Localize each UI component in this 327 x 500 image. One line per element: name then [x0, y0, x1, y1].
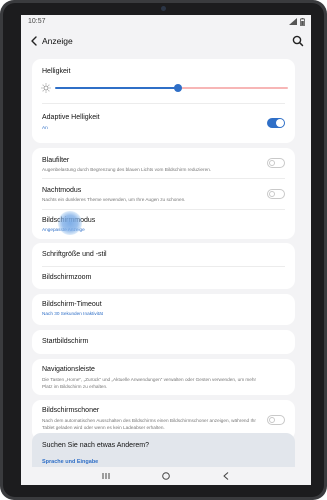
home-screen-title: Startbildschirm [42, 338, 89, 345]
system-navigation-bar [21, 467, 311, 485]
blue-light-filter-row[interactable]: Blaufilter Augenbelastung durch Begrenzu… [32, 148, 295, 178]
font-size-row[interactable]: Schriftgröße und -stil [32, 243, 295, 266]
blue-light-filter-desc: Augenbelastung durch Begrenzung des blau… [42, 167, 212, 172]
navigation-bar-desc: Die Tasten „Home“, „Zurück“ und „Aktuell… [42, 377, 257, 389]
screen-mode-row[interactable]: Bildschirmmodus Angepasste Anzeige [32, 210, 295, 239]
brightness-slider-fill [55, 87, 178, 89]
toggle-knob [276, 119, 284, 127]
back-icon[interactable] [220, 471, 232, 481]
status-icons [289, 17, 305, 26]
adaptive-brightness-status: An [42, 125, 48, 130]
navigation-bar-title: Navigationsleiste [42, 366, 95, 373]
sun-icon [41, 83, 51, 93]
brightness-label: Helligkeit [42, 68, 71, 75]
navigation-bar-card: Navigationsleiste Die Tasten „Home“, „Zu… [32, 359, 295, 395]
home-screen-card: Startbildschirm [32, 330, 295, 354]
battery-icon [300, 17, 305, 26]
night-mode-desc: Nachts ein dunkleres Theme verwenden, um… [42, 197, 186, 202]
signal-icon [289, 18, 297, 25]
language-input-link[interactable]: Sprache und Eingabe [42, 459, 98, 465]
blue-light-filter-title: Blaufilter [42, 157, 70, 164]
brightness-slider-thumb[interactable] [174, 84, 182, 92]
brightness-card: Helligkeit Adaptive Helligkeit An [32, 59, 295, 143]
tablet-frame: 10:57 Anzeige Helligkeit Adaptive Hellig… [0, 0, 327, 500]
toggle-knob [269, 160, 275, 166]
adaptive-brightness-title: Adaptive Helligkeit [42, 114, 100, 121]
screensaver-toggle[interactable] [267, 415, 285, 425]
back-arrow-icon[interactable] [27, 34, 41, 48]
blue-light-filter-toggle[interactable] [267, 158, 285, 168]
screen-timeout-card: Bildschirm-Timeout Nach 30 Sekunden Inak… [32, 294, 295, 325]
search-icon[interactable] [291, 34, 305, 48]
night-mode-title: Nachtmodus [42, 187, 82, 194]
screen-timeout-title: Bildschirm-Timeout [42, 301, 102, 308]
screen-timeout-row[interactable]: Bildschirm-Timeout Nach 30 Sekunden Inak… [32, 294, 295, 325]
screensaver-desc: Nach dem automatischen Ausschalten des B… [42, 418, 256, 430]
app-header: Anzeige [21, 31, 311, 53]
adaptive-brightness-row[interactable]: Adaptive Helligkeit An [32, 104, 295, 143]
page-title: Anzeige [42, 36, 73, 46]
status-time: 10:57 [28, 18, 46, 25]
display-modes-card: Blaufilter Augenbelastung durch Begrenzu… [32, 148, 295, 239]
suggestions-title: Suchen Sie nach etwas Anderem? [42, 442, 150, 449]
status-bar: 10:57 [21, 15, 311, 29]
navigation-bar-row[interactable]: Navigationsleiste Die Tasten „Home“, „Zu… [32, 359, 295, 395]
night-mode-row[interactable]: Nachtmodus Nachts ein dunkleres Theme ve… [32, 179, 295, 209]
home-screen-row[interactable]: Startbildschirm [32, 330, 295, 354]
screen-zoom-title: Bildschirmzoom [42, 274, 92, 281]
home-icon[interactable] [160, 471, 172, 481]
font-size-title: Schriftgröße und -stil [42, 251, 107, 258]
front-camera [161, 6, 166, 11]
screen: 10:57 Anzeige Helligkeit Adaptive Hellig… [21, 15, 311, 485]
toggle-knob [269, 191, 275, 197]
font-zoom-card: Schriftgröße und -stil Bildschirmzoom [32, 243, 295, 289]
screen-mode-value: Angepasste Anzeige [42, 227, 85, 232]
screen-mode-title: Bildschirmmodus [42, 217, 96, 224]
recent-apps-icon[interactable] [100, 471, 112, 481]
screen-timeout-value: Nach 30 Sekunden Inaktivität [42, 311, 103, 316]
night-mode-toggle[interactable] [267, 189, 285, 199]
screensaver-title: Bildschirmschoner [42, 407, 100, 414]
screen-zoom-row[interactable]: Bildschirmzoom [32, 266, 295, 289]
brightness-slider-track[interactable] [178, 87, 288, 89]
adaptive-brightness-toggle[interactable] [267, 118, 285, 128]
toggle-knob [269, 417, 275, 423]
